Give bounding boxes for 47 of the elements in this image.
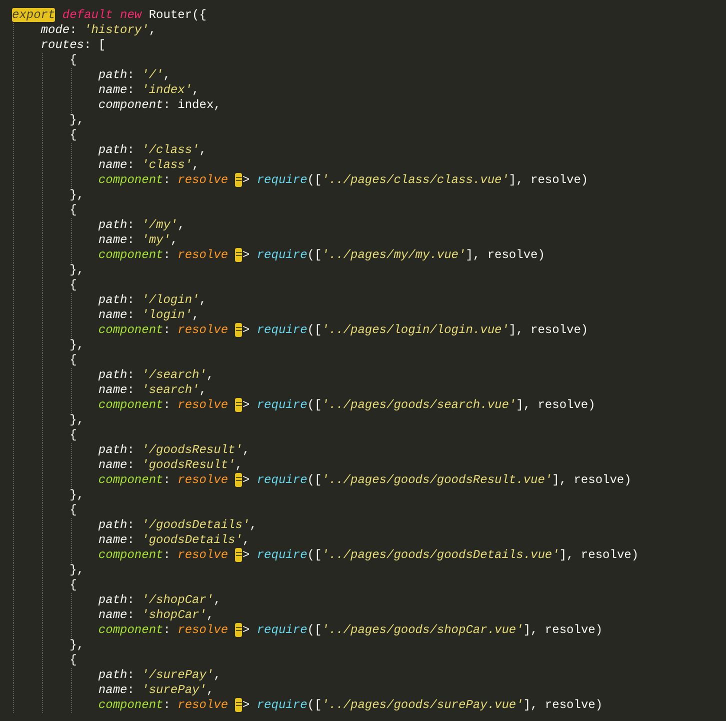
code-line: component: resolve => require(['../pages/login/login.vue'], resolve) (12, 323, 588, 338)
code-line: path: '/my', (12, 218, 185, 233)
code-line: component: resolve => require(['../pages/goods/goodsDetails.vue'], resolve) (12, 548, 639, 563)
code-line: component: resolve => require(['../pages/goods/surePay.vue'], resolve) (12, 698, 603, 713)
code-line: mode: 'history', (12, 23, 156, 38)
code-line: path: '/goodsDetails', (12, 518, 257, 533)
code-line: }, (12, 338, 84, 353)
code-line: path: '/surePay', (12, 668, 221, 683)
code-line: component: resolve => require(['../pages/class/class.vue'], resolve) (12, 173, 588, 188)
code-line: { (12, 128, 77, 143)
code-line: name: 'index', (12, 83, 200, 98)
code-line: { (12, 653, 77, 668)
code-line: }, (12, 563, 84, 578)
code-line: name: 'surePay', (12, 683, 214, 698)
code-line: name: 'my', (12, 233, 178, 248)
code-line: name: 'search', (12, 383, 206, 398)
code-line: }, (12, 413, 84, 428)
code-line: { (12, 503, 77, 518)
code-line: component: resolve => require(['../pages/my/my.vue'], resolve) (12, 248, 545, 263)
code-line: }, (12, 113, 84, 128)
code-line: name: 'goodsDetails', (12, 533, 250, 548)
code-line: name: 'login', (12, 308, 200, 323)
code-line: }, (12, 188, 84, 203)
code-line: { (12, 578, 77, 593)
code-line: component: resolve => require(['../pages/goods/search.vue'], resolve) (12, 398, 596, 413)
code-line: component: resolve => require(['../pages/goods/shopCar.vue'], resolve) (12, 623, 603, 638)
code-line: path: '/', (12, 68, 170, 83)
code-line: path: '/shopCar', (12, 593, 221, 608)
code-line: }, (12, 638, 84, 653)
code-line: path: '/search', (12, 368, 214, 383)
code-line: { (12, 53, 77, 68)
code-line: }, (12, 488, 84, 503)
code-line: component: resolve => require(['../pages/goods/goodsResult.vue'], resolve) (12, 473, 632, 488)
code-line: }, (12, 263, 84, 278)
code-line: { (12, 353, 77, 368)
code-line: component: index, (12, 98, 221, 113)
code-line: name: 'class', (12, 158, 200, 173)
code-line: { (12, 203, 77, 218)
code-line: { (12, 278, 77, 293)
code-line: { (12, 428, 77, 443)
code-line: export default new Router({ (12, 8, 206, 23)
code-line: path: '/class', (12, 143, 206, 158)
code-line: name: 'goodsResult', (12, 458, 242, 473)
code-line: path: '/goodsResult', (12, 443, 250, 458)
code-line: routes: [ (12, 38, 106, 53)
code-line: name: 'shopCar', (12, 608, 214, 623)
code-line: path: '/login', (12, 293, 206, 308)
